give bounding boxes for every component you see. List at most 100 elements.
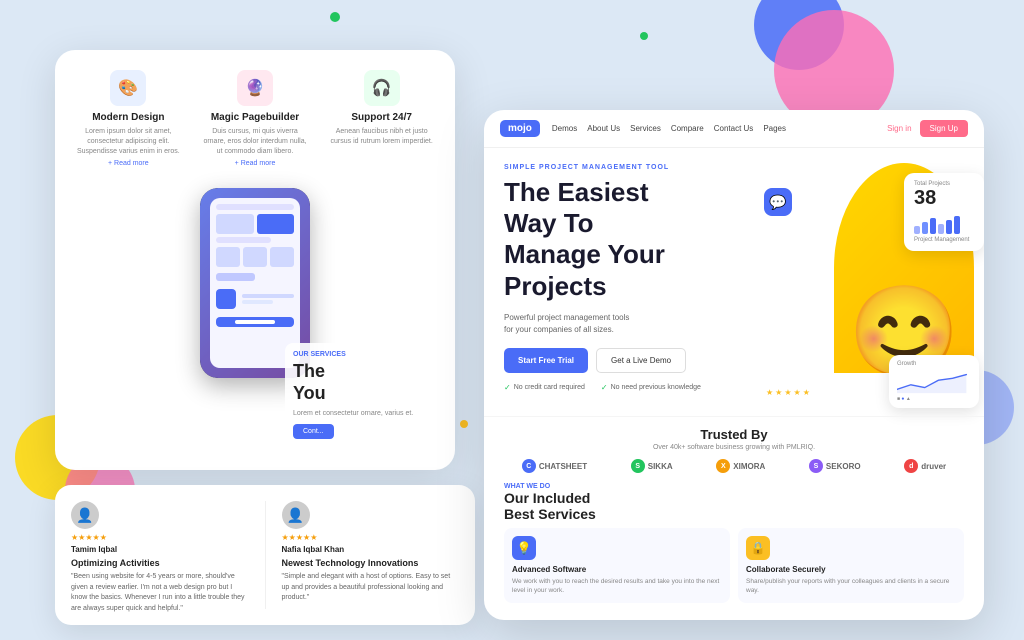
badge-no-knowledge: ✓ No need previous knowledge: [601, 383, 701, 392]
growth-card: Growth ■ ● ▲: [889, 355, 979, 408]
name-1: Tamim Iqbal: [71, 545, 249, 554]
text-2: "Simple and elegant with a host of optio…: [282, 572, 460, 604]
nav-demos[interactable]: Demos: [552, 124, 577, 133]
growth-chart: [897, 370, 971, 394]
included-card-desc-1: We work with you to reach the desired re…: [512, 577, 722, 595]
nav-logo[interactable]: mojo: [500, 120, 540, 137]
dot-yellow: [460, 420, 468, 428]
hero-desc: Powerful project management toolsfor you…: [504, 312, 704, 336]
testimonial-card: 👤 ★★★★★ Tamim Iqbal Optimizing Activitie…: [55, 485, 475, 625]
included-card-title-1: Advanced Software: [512, 565, 722, 574]
star-3: ★: [784, 388, 791, 397]
back-card: 🎨 Modern Design Lorem ipsum dolor sit am…: [55, 50, 455, 470]
hero-title-line4: Projects: [504, 271, 607, 301]
ui-block-4: [270, 247, 294, 267]
service-title-2: Magic Pagebuilder: [202, 112, 309, 123]
avatar-1: 👤: [71, 501, 99, 529]
service-support: 🎧 Support 24/7 Aenean faucibus nibh et j…: [328, 70, 435, 167]
star-1: ★: [766, 388, 773, 397]
phone-mockup-area: OUR SERVICES TheYou Lorem et consectetur…: [75, 183, 435, 383]
included-cards: 💡 Advanced Software We work with you to …: [504, 528, 964, 603]
logo-ximora: X XIMORA: [716, 459, 765, 473]
ui-bar-2: [216, 237, 271, 243]
read-more-1[interactable]: + Read more: [75, 160, 182, 167]
testimonial-divider: [265, 501, 266, 609]
nav-pages[interactable]: Pages: [763, 124, 786, 133]
logo-druver: d druver: [904, 459, 946, 473]
collaborate-icon: 🔒: [746, 536, 770, 560]
modern-design-icon: 🎨: [110, 70, 146, 106]
bar-1: [914, 226, 920, 234]
main-card: mojo Demos About Us Services Compare Con…: [484, 110, 984, 620]
hero-content: SIMPLE PROJECT MANAGEMENT TOOL The Easie…: [484, 148, 984, 613]
bar-3: [930, 218, 936, 234]
ui-text-2: [242, 300, 273, 304]
title-1: Optimizing Activities: [71, 558, 249, 568]
ui-block-3: [243, 247, 267, 267]
included-card-1: 💡 Advanced Software We work with you to …: [504, 528, 730, 603]
ui-bar-1: [216, 204, 294, 210]
service-title-1: Modern Design: [75, 112, 182, 123]
name-2: Nafia Iqbal Khan: [282, 545, 460, 554]
sekoro-icon: S: [809, 459, 823, 473]
logo-chatsheet: C CHATSHEET: [522, 459, 587, 473]
check-icon-1: ✓: [504, 383, 511, 392]
sign-in-link[interactable]: Sign in: [887, 124, 911, 133]
included-label: WHAT WE DO: [504, 483, 964, 490]
start-free-trial-button[interactable]: Start Free Trial: [504, 348, 588, 373]
included-card-2: 🔒 Collaborate Securely Share/publish you…: [738, 528, 964, 603]
service-modern-design: 🎨 Modern Design Lorem ipsum dolor sit am…: [75, 70, 182, 167]
live-demo-button[interactable]: Get a Live Demo: [596, 348, 686, 373]
hero-title-line3: Manage Your: [504, 239, 665, 269]
read-more-2[interactable]: + Read more: [202, 160, 309, 167]
growth-legend-text: ■ ● ▲: [897, 396, 911, 402]
trusted-subtitle: Over 40k+ software business growing with…: [504, 444, 964, 451]
included-section: WHAT WE DO Our IncludedBest Services 💡 A…: [484, 483, 984, 613]
ui-text-block: [242, 294, 294, 304]
chat-icon: 💬: [769, 194, 786, 211]
ui-block-1: [216, 214, 254, 234]
sikka-icon: S: [631, 459, 645, 473]
nav-contact[interactable]: Contact Us: [714, 124, 754, 133]
stats-chart: [914, 214, 974, 234]
support-icon: 🎧: [364, 70, 400, 106]
druver-icon: d: [904, 459, 918, 473]
nav-links: Demos About Us Services Compare Contact …: [552, 124, 875, 133]
ximora-label: XIMORA: [733, 462, 765, 471]
nav-compare[interactable]: Compare: [671, 124, 704, 133]
druver-label: druver: [921, 462, 946, 471]
ximora-icon: X: [716, 459, 730, 473]
title-2: Newest Technology Innovations: [282, 558, 460, 568]
back-card-overlay: OUR SERVICES TheYou Lorem et consectetur…: [285, 343, 425, 447]
bar-5: [946, 220, 952, 234]
growth-legend: ■ ● ▲: [897, 396, 971, 402]
nav-services[interactable]: Services: [630, 124, 661, 133]
navbar: mojo Demos About Us Services Compare Con…: [484, 110, 984, 148]
hero-title-line2: Way To: [504, 208, 594, 238]
contact-button[interactable]: Cont...: [293, 424, 334, 439]
bar-6: [954, 216, 960, 234]
growth-label: Growth: [897, 361, 971, 367]
trusted-logos: C CHATSHEET S SIKKA X XIMORA S SEKORO d: [504, 459, 964, 473]
badge-text-2: No need previous knowledge: [611, 384, 701, 391]
dot-green1: [330, 12, 340, 22]
hero-stars: ★ ★ ★ ★ ★: [766, 388, 810, 397]
stats-total-card: Total Projects 38 Project Management: [904, 173, 984, 251]
sikka-label: SIKKA: [648, 462, 673, 471]
ui-row-1: [216, 214, 294, 234]
hero-right: 😊 Total Projects 38 Project Management: [764, 158, 984, 438]
logo-sikka: S SIKKA: [631, 459, 673, 473]
star-4: ★: [794, 388, 801, 397]
service-desc-2: Duis cursus, mi quis viverra ornare, ero…: [202, 127, 309, 156]
nav-about[interactable]: About Us: [587, 124, 620, 133]
text-1: "Been using website for 4-5 years or mor…: [71, 572, 249, 614]
pagebuilder-icon: 🔮: [237, 70, 273, 106]
included-card-title-2: Collaborate Securely: [746, 565, 956, 574]
nav-actions: Sign in Sign Up: [887, 120, 968, 137]
service-desc-3: Aenean faucibus nibh et justo cursus id …: [328, 127, 435, 147]
included-card-desc-2: Share/publish your reports with your col…: [746, 577, 956, 595]
ui-block-2: [216, 247, 240, 267]
sign-up-button[interactable]: Sign Up: [920, 120, 968, 137]
ui-text-1: [242, 294, 294, 298]
service-pagebuilder: 🔮 Magic Pagebuilder Duis cursus, mi quis…: [202, 70, 309, 167]
